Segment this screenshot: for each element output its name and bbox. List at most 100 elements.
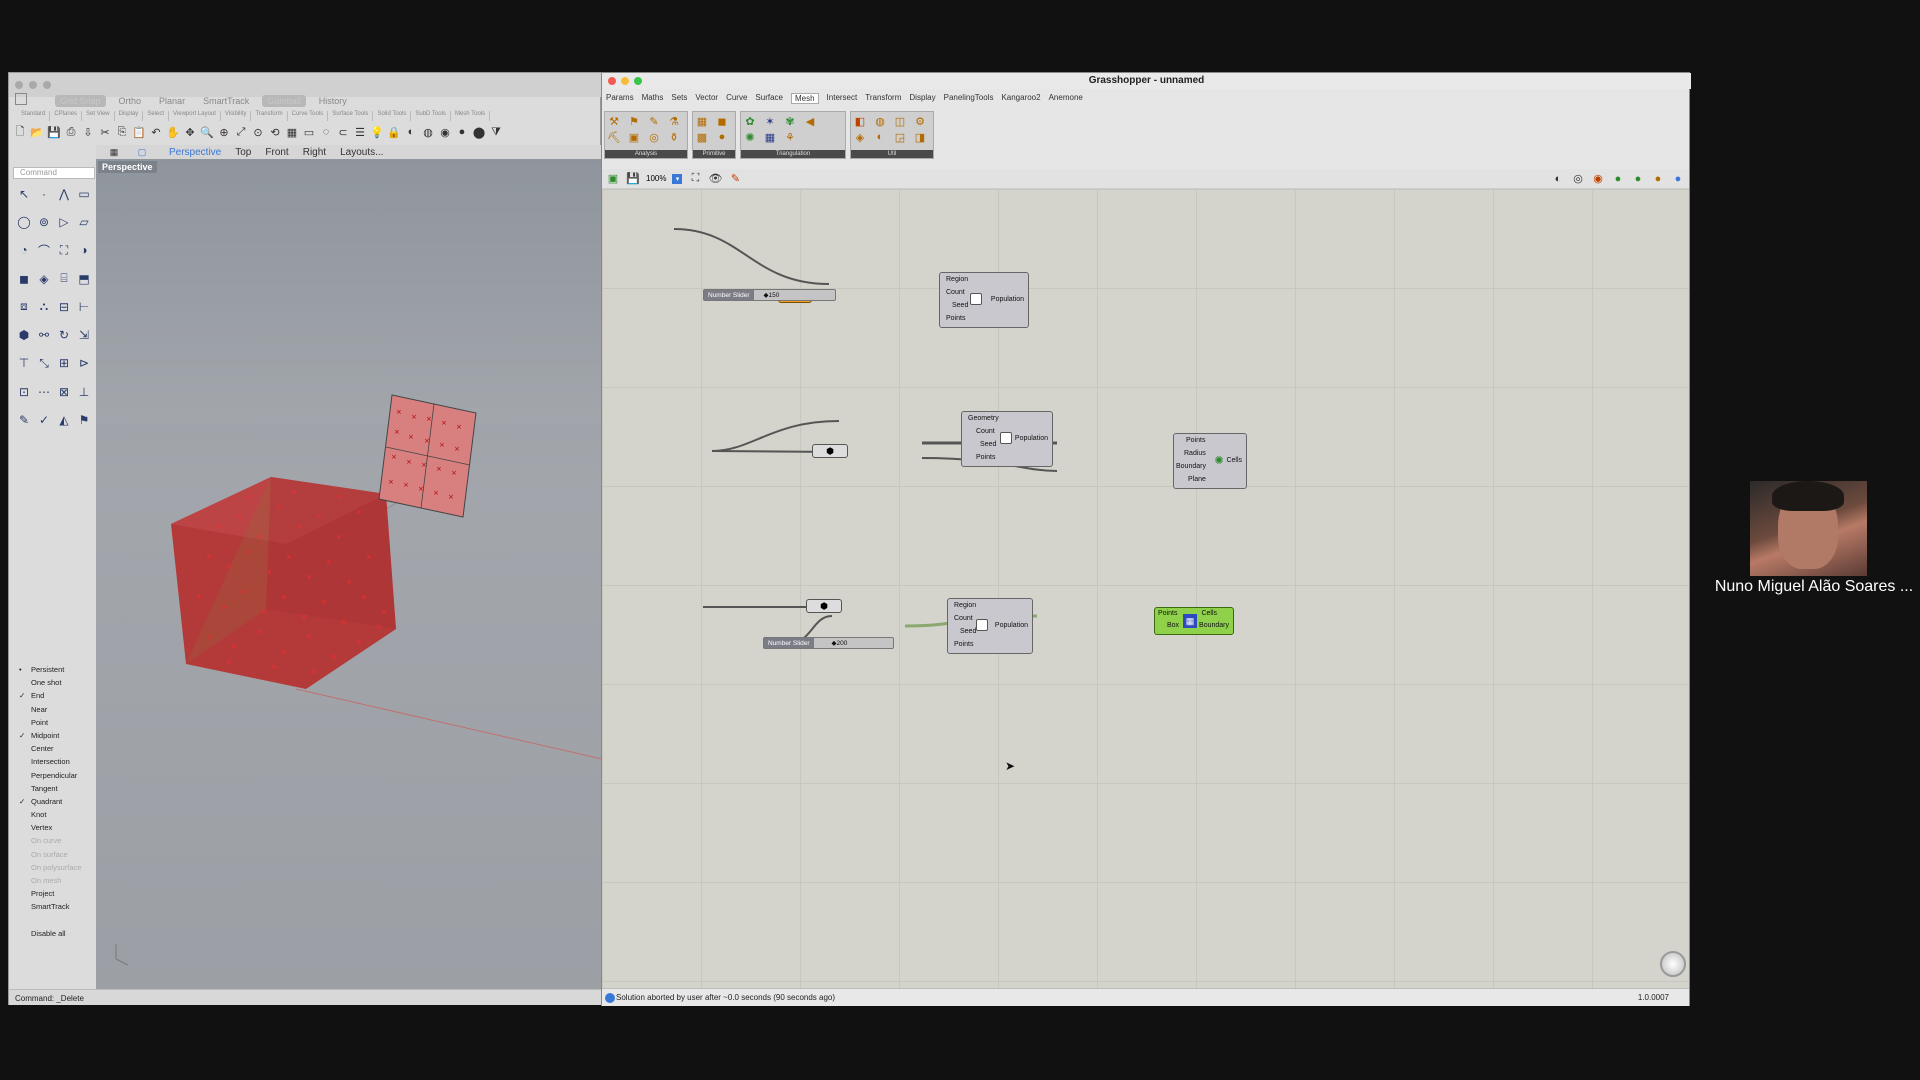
geometry-param-3[interactable]: ⬢ — [806, 599, 842, 613]
zoom-level[interactable]: 100% — [646, 174, 666, 183]
tab-maths[interactable]: Maths — [642, 93, 664, 104]
osnap-item[interactable]: Near — [19, 703, 99, 716]
mirror-icon[interactable]: ⤡ — [37, 356, 51, 370]
tab-transform[interactable]: Transform — [865, 93, 901, 104]
minimize-button[interactable] — [29, 81, 37, 89]
participant-video[interactable] — [1750, 481, 1867, 576]
offset-icon[interactable]: ⛬ — [37, 299, 51, 314]
tab-layouts[interactable]: Layouts... — [340, 147, 383, 158]
help-icon[interactable]: ● — [1671, 172, 1685, 186]
loft-icon[interactable]: ⛶ — [57, 243, 71, 257]
voronoi-3d-component[interactable]: Points Radius Boundary Plane ✺ Cells — [1173, 433, 1247, 489]
osnap-item[interactable]: Perpendicular — [19, 769, 99, 782]
document-preview-icon[interactable]: ● — [1631, 172, 1645, 186]
canvas-widget-icon[interactable] — [1660, 951, 1686, 977]
group-icon[interactable]: ⊂ — [336, 125, 350, 139]
mesh-triangulate-icon[interactable]: ◨ — [913, 130, 927, 144]
tab-viewport-layout[interactable]: Viewport Layout — [169, 111, 221, 121]
zoom-button[interactable] — [43, 81, 51, 89]
tab-vector[interactable]: Vector — [695, 93, 718, 104]
grid-view-icon[interactable]: ▦ — [107, 145, 121, 159]
substrate-icon[interactable]: ⚘ — [783, 130, 797, 144]
osnap-item[interactable]: Center — [19, 742, 99, 755]
mesh-box-icon[interactable]: ▦ — [695, 114, 709, 128]
rotate-view-icon[interactable]: ✥ — [183, 125, 197, 139]
osnap-item[interactable]: ✓ Quadrant — [19, 795, 99, 808]
tab-display[interactable]: Display — [115, 111, 144, 121]
hatch-icon[interactable]: ⋯ — [37, 385, 51, 399]
tab-right[interactable]: Right — [303, 147, 326, 158]
fillet-icon[interactable]: ⧈ — [17, 299, 31, 314]
mesh-closest-icon[interactable]: ⛏ — [607, 130, 621, 144]
preview-shaded-icon[interactable]: ◉ — [1591, 172, 1605, 186]
sidebar-toggle-icon[interactable] — [15, 93, 27, 105]
mode-smarttrack[interactable]: SmartTrack — [198, 95, 254, 107]
perspective-viewport[interactable]: Perspective × × × × × × × × × × × × × × × × × × × × × × × × × ×… — [96, 159, 602, 989]
mesh-inclusion-icon[interactable]: ◎ — [647, 130, 661, 144]
gh-canvas[interactable]: ◍ Number Slider ◆150 Region Count Seed P… — [602, 189, 1689, 988]
cylinder-icon[interactable]: ⌸ — [57, 271, 71, 286]
tab-kangaroo2[interactable]: Kangaroo2 — [1001, 93, 1040, 104]
tab-curve[interactable]: Curve — [726, 93, 747, 104]
number-slider-count-2[interactable]: Number Slider ◆200 — [763, 637, 894, 649]
tab-top[interactable]: Top — [235, 147, 251, 158]
tab-intersect[interactable]: Intersect — [827, 93, 858, 104]
zoom-extents-icon[interactable]: ⤢ — [234, 125, 248, 139]
mesh-sphere-icon[interactable]: ● — [715, 130, 729, 144]
layer-icon[interactable]: ☰ — [353, 125, 367, 139]
mode-grid-snap[interactable]: Grid Snap — [55, 95, 106, 107]
minimize-button[interactable] — [621, 77, 629, 85]
tab-display[interactable]: Display — [909, 93, 935, 104]
mesh-edges-icon[interactable]: ⚗ — [667, 114, 681, 128]
block-icon[interactable]: ⊠ — [57, 385, 71, 399]
osnap-item[interactable]: Knot — [19, 808, 99, 821]
tab-curve-tools[interactable]: Curve Tools — [288, 111, 329, 121]
zoom-button[interactable] — [634, 77, 642, 85]
undo-view-icon[interactable]: ⟲ — [268, 125, 282, 139]
osnap-item[interactable]: Project — [19, 887, 99, 900]
close-button[interactable] — [608, 77, 616, 85]
delaunay-edges-icon[interactable]: ✶ — [763, 114, 777, 128]
edit-pts-icon[interactable]: ✎ — [17, 413, 31, 427]
tab-surface[interactable]: Surface — [755, 93, 783, 104]
tab-sets[interactable]: Sets — [671, 93, 687, 104]
point-icon[interactable]: · — [37, 187, 51, 201]
tab-standard[interactable]: Standard — [17, 111, 51, 121]
dim-icon[interactable]: ⊡ — [17, 385, 31, 399]
mode-planar[interactable]: Planar — [154, 95, 190, 107]
osnap-item[interactable]: One shot — [19, 676, 99, 689]
preview-wire-icon[interactable]: ◎ — [1571, 172, 1585, 186]
facet-dome-icon[interactable]: ✾ — [783, 114, 797, 128]
open-icon[interactable]: 📂 — [30, 125, 44, 139]
mode-gumball[interactable]: Gumball — [262, 95, 306, 107]
pan-icon[interactable]: ✋ — [166, 125, 180, 139]
extrude-icon[interactable]: ⬒ — [77, 272, 91, 286]
sketch-icon[interactable]: ✎ — [728, 172, 742, 186]
material-icon[interactable]: ◐ — [404, 125, 418, 139]
osnap-item[interactable]: Intersection — [19, 755, 99, 768]
populate-2d-icon[interactable]: ◀ — [803, 114, 817, 128]
rotate-icon[interactable]: ↻ — [57, 328, 71, 342]
paint-icon[interactable]: ⚑ — [77, 413, 91, 427]
box-icon[interactable]: ◼ — [17, 272, 31, 286]
mesh-blur-icon[interactable]: ◲ — [893, 130, 907, 144]
mesh-brep-icon[interactable]: ◼ — [715, 114, 729, 128]
tab-params[interactable]: Params — [606, 93, 634, 104]
osnap-item[interactable]: Vertex — [19, 821, 99, 834]
text-icon[interactable]: ⊳ — [77, 356, 91, 370]
mesh-split-icon[interactable]: ◫ — [893, 114, 907, 128]
deconstruct-mesh-icon[interactable]: ⚑ — [627, 114, 641, 128]
number-slider-count[interactable]: Number Slider ◆150 — [703, 289, 836, 301]
zoom-icon[interactable]: 🔍 — [200, 125, 214, 139]
select-icon[interactable]: ◌ — [319, 125, 333, 139]
geometry-param[interactable]: ⬢ — [812, 444, 848, 458]
tab-visibility[interactable]: Visibility — [221, 111, 252, 121]
zoom-extents-icon[interactable]: ⛶ — [688, 172, 702, 186]
render-tool-icon[interactable]: ◭ — [57, 413, 71, 427]
cut-icon[interactable]: ✂ — [98, 125, 112, 139]
preview-selected-icon[interactable]: ● — [1611, 172, 1625, 186]
light-icon[interactable]: 💡 — [370, 125, 384, 139]
voronoi-3d-icon[interactable]: ▦ — [763, 130, 777, 144]
close-button[interactable] — [15, 81, 23, 89]
mesh-analysis-icon[interactable]: ⚒ — [607, 114, 621, 128]
